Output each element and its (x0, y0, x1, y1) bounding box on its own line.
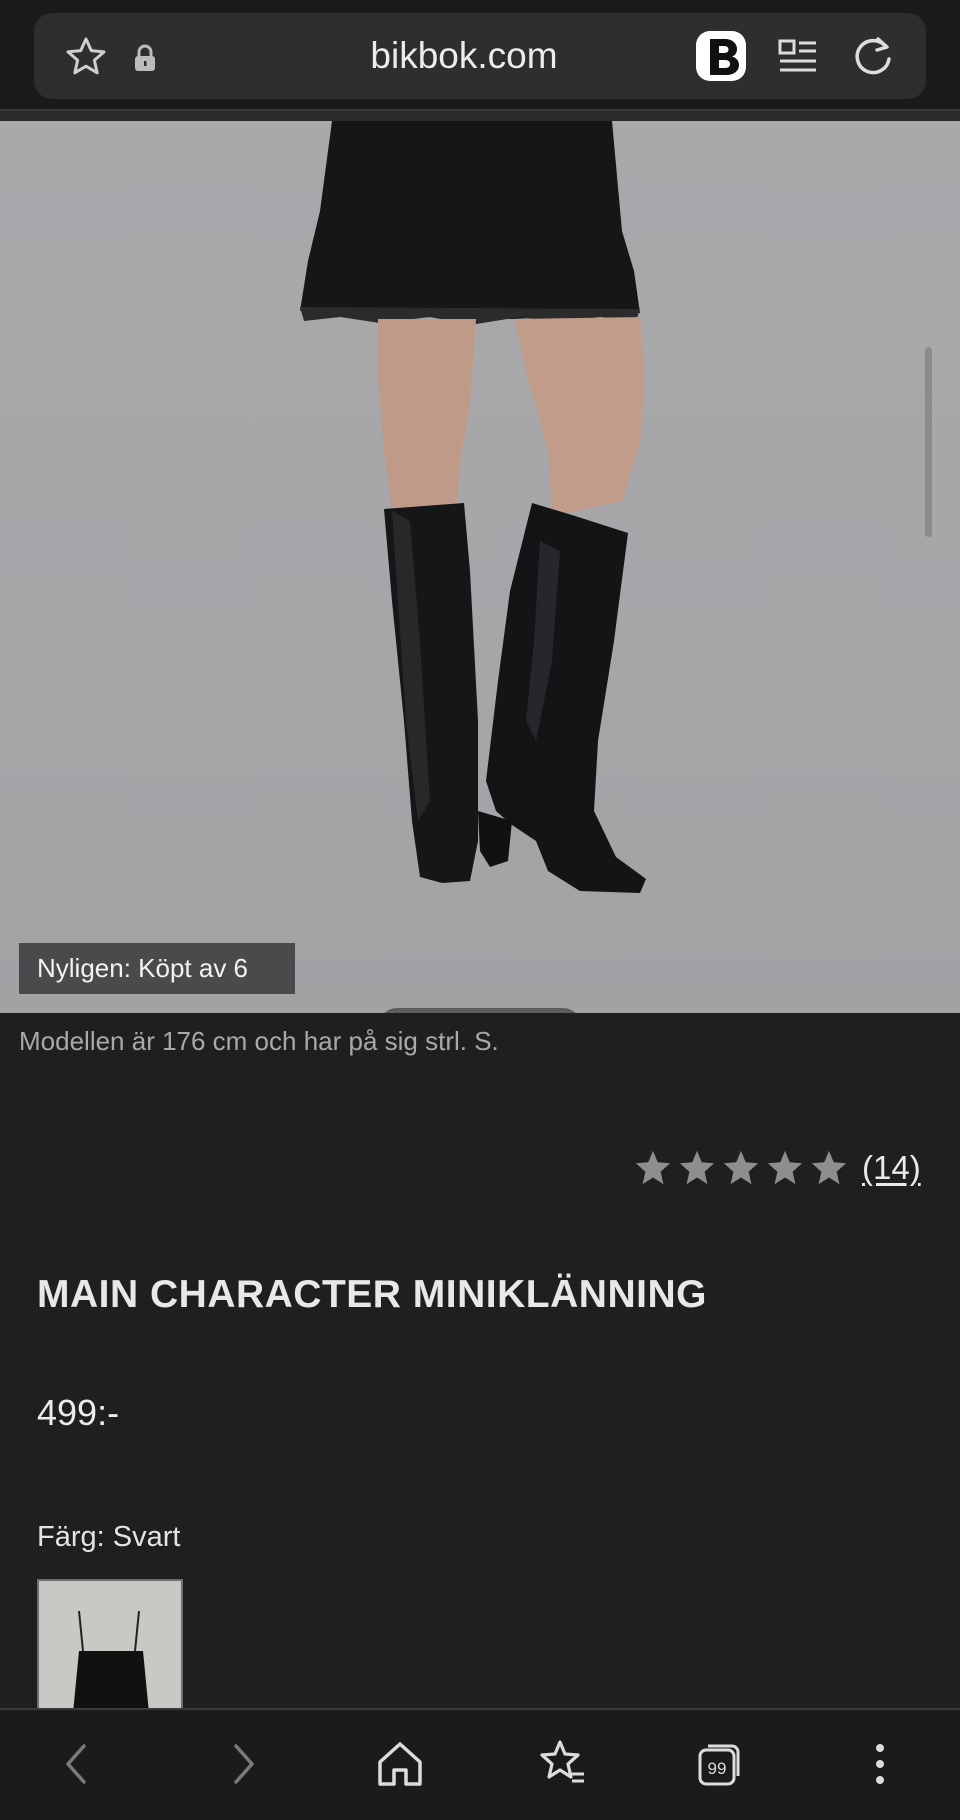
reader-mode-icon[interactable] (776, 35, 820, 79)
rating-summary[interactable]: (14) (634, 1146, 921, 1190)
color-swatch-black[interactable] (37, 1579, 183, 1711)
browser-bottom-bar: 99 (0, 1708, 960, 1820)
model-size-note: Modellen är 176 cm och har på sig strl. … (19, 1026, 499, 1056)
browser-toolbar: bikbok.com (0, 0, 960, 121)
tabs-count: 99 (708, 1759, 727, 1778)
star-icon (679, 1150, 715, 1185)
product-title: MAIN CHARACTER MINIKLÄNNING (37, 1273, 707, 1316)
star-icon[interactable] (64, 35, 108, 79)
toolbar-divider (0, 109, 960, 121)
reload-icon[interactable] (850, 33, 896, 79)
star-icon (635, 1150, 671, 1185)
page: bikbok.com Nyligen: Köpt av 6 Modellen ä… (0, 0, 960, 1820)
star-icon (811, 1150, 847, 1185)
bikbok-logo[interactable] (694, 29, 748, 83)
color-label: Färg: Svart (37, 1521, 181, 1553)
menu-icon[interactable] (852, 1736, 908, 1792)
home-icon[interactable] (372, 1736, 428, 1792)
bookmarks-icon[interactable] (534, 1736, 590, 1792)
review-count-link[interactable]: (14) (862, 1149, 921, 1187)
address-bar[interactable]: bikbok.com (34, 13, 926, 99)
product-image-gallery[interactable] (0, 121, 960, 1013)
product-photo (300, 121, 646, 893)
star-icon (767, 1150, 803, 1185)
swatch-thumbnail (39, 1581, 181, 1709)
forward-icon[interactable] (214, 1736, 270, 1792)
star-icon (723, 1150, 759, 1185)
gallery-pagination (378, 1008, 582, 1013)
tabs-icon[interactable]: 99 (692, 1736, 748, 1792)
back-icon[interactable] (50, 1736, 106, 1792)
url-text[interactable]: bikbok.com (244, 33, 684, 79)
product-price: 499:- (37, 1392, 120, 1433)
lock-icon (135, 44, 155, 71)
recently-bought-badge: Nyligen: Köpt av 6 (19, 943, 295, 994)
scrollbar-thumb[interactable] (925, 347, 932, 537)
